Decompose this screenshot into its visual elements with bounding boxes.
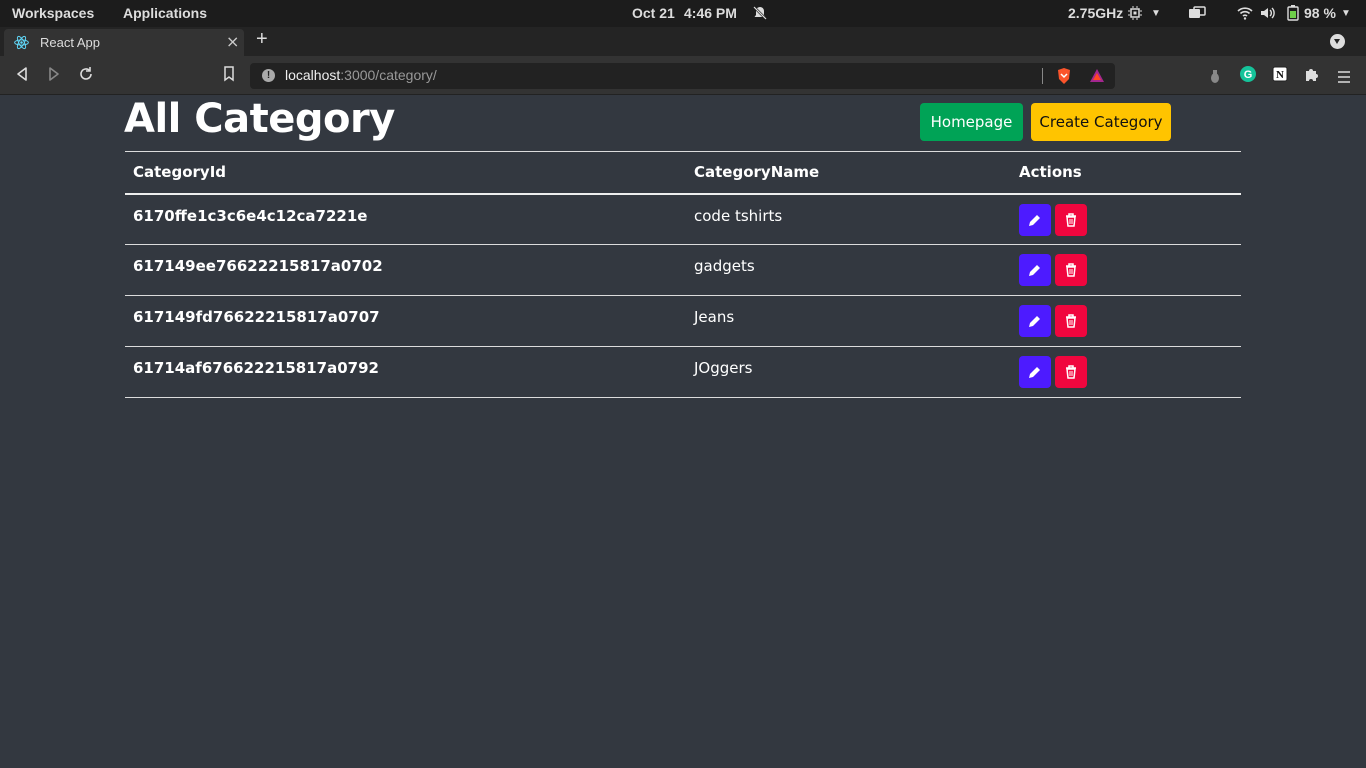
category-id-cell: 617149ee76622215817a0702 <box>125 244 686 296</box>
address-bar[interactable]: ! localhost:3000/category/ <box>250 63 1115 89</box>
menu-icon[interactable] <box>1337 68 1351 87</box>
category-name-cell: JOggers <box>686 346 1011 398</box>
pencil-icon <box>1029 316 1040 327</box>
divider <box>1042 68 1043 84</box>
column-header-category-name: CategoryName <box>686 151 1011 195</box>
tab-title: React App <box>40 35 100 50</box>
chevron-down-icon[interactable]: ▼ <box>1151 8 1161 19</box>
puzzle-icon[interactable] <box>1304 66 1320 86</box>
actions-cell <box>1011 244 1241 296</box>
new-tab-button[interactable]: + <box>256 28 268 51</box>
homepage-button[interactable]: Homepage <box>920 103 1023 141</box>
reload-icon[interactable] <box>78 66 94 86</box>
clock-date[interactable]: Oct 21 <box>632 5 675 21</box>
tab-list-icon[interactable] <box>1330 34 1345 49</box>
trash-icon <box>1066 212 1076 227</box>
category-id-cell: 6170ffe1c3c6e4c12ca7221e <box>125 193 686 245</box>
table-row: 61714af676622215817a0792 JOggers <box>125 346 1241 398</box>
extension-icon[interactable] <box>1209 69 1221 88</box>
pencil-icon <box>1029 367 1040 378</box>
browser-tab-bar: React App × + <box>0 27 1366 56</box>
category-name-cell: Jeans <box>686 295 1011 347</box>
column-header-category-id: CategoryId <box>125 151 686 195</box>
applications-menu[interactable]: Applications <box>123 5 207 21</box>
workspaces-menu[interactable]: Workspaces <box>12 5 94 21</box>
browser-tab[interactable]: React App × <box>4 29 244 56</box>
site-info-icon[interactable]: ! <box>262 69 275 82</box>
trash-icon <box>1066 263 1076 277</box>
close-icon[interactable]: × <box>226 32 239 51</box>
wifi-icon[interactable] <box>1237 6 1253 23</box>
edit-button[interactable] <box>1019 203 1051 236</box>
react-logo-icon <box>14 35 29 54</box>
url-text[interactable]: localhost:3000/category/ <box>285 67 437 83</box>
actions-cell <box>1011 193 1241 245</box>
url-host: localhost <box>285 67 341 83</box>
volume-icon[interactable] <box>1260 6 1276 23</box>
page-title: All Category <box>124 96 395 142</box>
edit-button[interactable] <box>1019 356 1051 388</box>
trash-icon <box>1066 365 1076 379</box>
edit-button[interactable] <box>1019 254 1051 286</box>
browser-toolbar: ! localhost:3000/category/ G N <box>0 56 1366 95</box>
back-icon[interactable] <box>15 66 29 86</box>
svg-text:N: N <box>1276 69 1284 81</box>
category-name-cell: code tshirts <box>686 193 1011 245</box>
pencil-icon <box>1029 265 1040 276</box>
table-row: 617149ee76622215817a0702 gadgets <box>125 244 1241 296</box>
battery-percentage[interactable]: 98 % <box>1304 5 1336 21</box>
brave-shield-icon[interactable] <box>1056 67 1072 89</box>
delete-button[interactable] <box>1055 356 1087 388</box>
notion-icon[interactable]: N <box>1272 66 1288 86</box>
category-id-cell: 617149fd76622215817a0707 <box>125 295 686 347</box>
edit-button[interactable] <box>1019 305 1051 337</box>
brave-rewards-icon[interactable] <box>1088 67 1106 89</box>
url-path: :3000/category/ <box>340 67 437 83</box>
delete-button[interactable] <box>1055 305 1087 337</box>
bell-off-icon[interactable] <box>752 5 768 24</box>
svg-text:G: G <box>1244 69 1253 81</box>
cpu-icon <box>1128 6 1142 23</box>
actions-cell <box>1011 346 1241 398</box>
window-icon[interactable] <box>1188 6 1206 23</box>
clock-time[interactable]: 4:46 PM <box>684 5 737 21</box>
grammarly-icon[interactable]: G <box>1240 66 1256 86</box>
forward-icon[interactable] <box>47 66 61 86</box>
category-table: CategoryId CategoryName Actions 6170ffe1… <box>125 151 1241 398</box>
category-name-cell: gadgets <box>686 244 1011 296</box>
delete-button[interactable] <box>1055 254 1087 286</box>
chevron-down-icon[interactable]: ▼ <box>1341 8 1351 19</box>
cpu-freq[interactable]: 2.75GHz <box>1068 5 1123 21</box>
system-top-bar: Workspaces Applications Oct 21 4:46 PM 2… <box>0 0 1366 27</box>
actions-cell <box>1011 295 1241 347</box>
category-id-cell: 61714af676622215817a0792 <box>125 346 686 398</box>
create-category-button[interactable]: Create Category <box>1031 103 1171 141</box>
bookmark-icon[interactable] <box>223 66 235 86</box>
column-header-actions: Actions <box>1011 151 1241 195</box>
table-row: 6170ffe1c3c6e4c12ca7221e code tshirts <box>125 193 1241 245</box>
delete-button[interactable] <box>1055 203 1087 236</box>
battery-icon[interactable] <box>1287 5 1299 24</box>
pencil-icon <box>1029 214 1040 226</box>
table-header-row: CategoryId CategoryName Actions <box>125 151 1241 195</box>
table-row: 617149fd76622215817a0707 Jeans <box>125 295 1241 347</box>
trash-icon <box>1066 314 1076 328</box>
